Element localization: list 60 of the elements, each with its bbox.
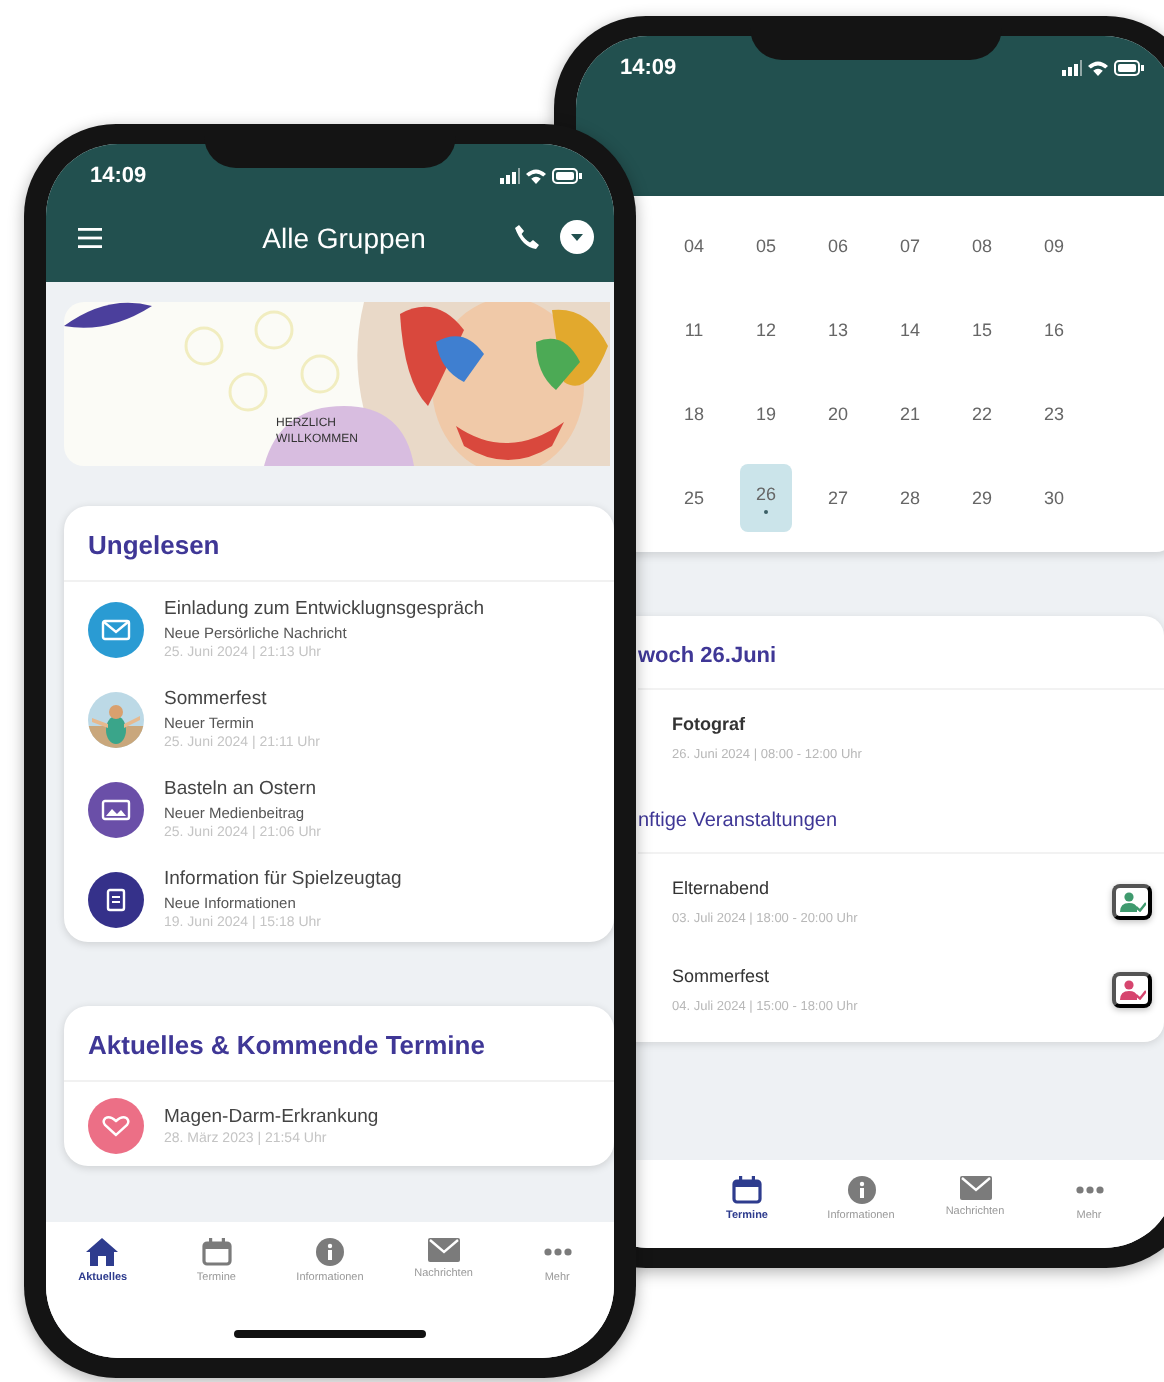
calendar-day[interactable]: 12	[740, 296, 792, 364]
calendar-day[interactable]: 30	[1028, 464, 1080, 532]
item-title: Information für Spielzeugtag	[164, 868, 402, 890]
card-heading: Aktuelles & Kommende Termine	[64, 1006, 614, 1082]
info-icon	[847, 1176, 875, 1204]
calendar-icon	[732, 1176, 762, 1204]
battery-icon	[1114, 60, 1144, 76]
attendance-button[interactable]	[1112, 972, 1152, 1008]
day-heading: woch 26.Juni	[638, 616, 1164, 690]
calendar-day[interactable]: 04	[668, 212, 720, 280]
calendar-day[interactable]: 06	[812, 212, 864, 280]
status-time: 14:09	[620, 56, 677, 80]
calendar-day[interactable]: 13	[812, 296, 864, 364]
home-icon	[86, 1238, 119, 1266]
calendar-day[interactable]: 22	[956, 380, 1008, 448]
image-icon	[88, 781, 144, 837]
section-heading: nftige Veranstaltungen	[638, 778, 1164, 854]
calendar-day[interactable]: 15	[956, 296, 1008, 364]
item-title: Basteln an Ostern	[164, 778, 319, 800]
calendar-day[interactable]: 18	[668, 380, 720, 448]
attendance-button[interactable]	[1112, 884, 1152, 920]
event-title: Fotograf	[672, 714, 747, 734]
calendar-day[interactable]: 14	[884, 296, 936, 364]
phone-icon[interactable]	[514, 224, 540, 250]
mail-icon	[88, 601, 144, 657]
calendar-day[interactable]: 25	[668, 464, 720, 532]
calendar-day[interactable]: 29	[956, 464, 1008, 532]
mail-icon	[959, 1176, 991, 1200]
signal-icon	[500, 168, 520, 184]
calendar-day[interactable]: 21	[884, 380, 936, 448]
calendar-day[interactable]: 07	[884, 212, 936, 280]
calendar-day[interactable]: 20	[812, 380, 864, 448]
status-time: 14:09	[90, 164, 147, 188]
event-title: Elternabend	[672, 878, 772, 898]
calendar-day[interactable]: 05	[740, 212, 792, 280]
card-heading: Ungelesen	[64, 506, 614, 582]
item-title: Magen-Darm-Erkrankung	[164, 1106, 379, 1128]
signal-icon	[1062, 60, 1082, 76]
calendar-icon	[201, 1238, 232, 1266]
item-title: Sommerfest	[164, 688, 269, 710]
info-icon	[315, 1238, 344, 1266]
mail-icon	[427, 1238, 460, 1262]
battery-icon	[552, 168, 582, 184]
event-title: Sommerfest	[672, 966, 772, 986]
calendar-day[interactable]: 16	[1028, 296, 1080, 364]
calendar-day[interactable]: 28	[884, 464, 936, 532]
calendar-day[interactable]: 26	[740, 464, 792, 532]
dropdown-icon[interactable]	[560, 220, 594, 254]
document-icon	[88, 871, 144, 927]
wifi-icon	[526, 168, 546, 184]
calendar-day[interactable]: 09	[1028, 212, 1080, 280]
calendar-day[interactable]: 27	[812, 464, 864, 532]
calendar-day[interactable]: 19	[740, 380, 792, 448]
calendar-day[interactable]: 08	[956, 212, 1008, 280]
item-title: Einladung zum Entwicklugnsgespräch	[164, 598, 485, 620]
screen-title: Alle Gruppen	[260, 221, 428, 253]
menu-icon[interactable]	[78, 227, 102, 247]
calendar-day[interactable]: 11	[668, 296, 720, 364]
wifi-icon	[1088, 60, 1108, 76]
calendar-day[interactable]: 23	[1028, 380, 1080, 448]
